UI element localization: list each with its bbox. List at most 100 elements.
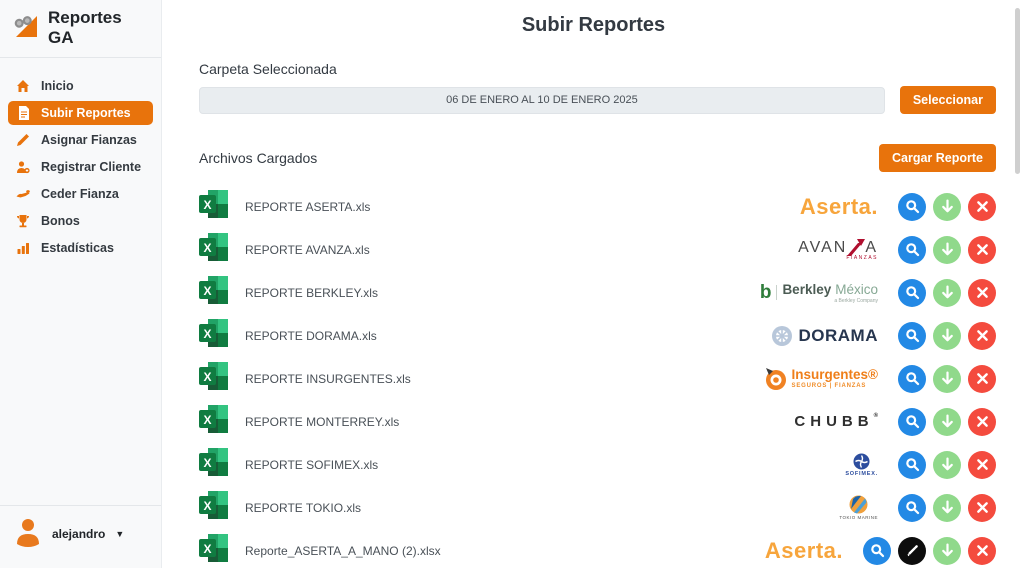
view-report-button[interactable]	[898, 322, 926, 350]
svg-text:X: X	[203, 327, 211, 341]
company-logo-dorama: DORAMA	[771, 325, 879, 347]
excel-file-icon: X	[199, 362, 229, 395]
delete-report-button[interactable]	[968, 451, 996, 479]
svg-text:X: X	[203, 241, 211, 255]
sidebar-item-registrar-cliente[interactable]: Registrar Cliente	[8, 155, 153, 179]
excel-file-icon: X	[199, 534, 229, 567]
sidebar-item-inicio[interactable]: Inicio	[8, 74, 153, 98]
bar-chart-icon	[16, 241, 30, 255]
delete-report-button[interactable]	[968, 537, 996, 565]
company-logo-berkley: b Berkley México a Berkley Company	[760, 282, 878, 304]
view-report-button[interactable]	[898, 236, 926, 264]
home-icon	[16, 79, 30, 93]
svg-text:X: X	[203, 499, 211, 513]
app-logo-icon	[12, 12, 40, 45]
download-report-button[interactable]	[933, 494, 961, 522]
file-row: X REPORTE AVANZA.xls AVAN A FIANZAS	[199, 228, 996, 271]
file-name: REPORTE DORAMA.xls	[245, 329, 377, 343]
sidebar-item-label: Inicio	[41, 79, 74, 93]
user-name: alejandro	[52, 527, 105, 541]
excel-file-icon: X	[199, 319, 229, 352]
download-report-button[interactable]	[933, 537, 961, 565]
file-row: X REPORTE DORAMA.xls DORAMA	[199, 314, 996, 357]
sidebar-nav: Inicio Subir Reportes Asignar Fianzas	[0, 58, 161, 263]
file-name: REPORTE SOFIMEX.xls	[245, 458, 378, 472]
file-name: REPORTE ASERTA.xls	[245, 200, 370, 214]
company-logo-sofimex: SOFIMEX.	[845, 453, 878, 477]
view-report-button[interactable]	[863, 537, 891, 565]
file-row: X REPORTE ASERTA.xls Aserta.	[199, 185, 996, 228]
svg-text:X: X	[203, 284, 211, 298]
view-report-button[interactable]	[898, 365, 926, 393]
chevron-down-icon: ▼	[115, 529, 124, 539]
delete-report-button[interactable]	[968, 408, 996, 436]
sidebar-item-bonos[interactable]: Bonos	[8, 209, 153, 233]
upload-report-button[interactable]: Cargar Reporte	[879, 144, 996, 172]
excel-file-icon: X	[199, 190, 229, 223]
dorama-emblem-icon	[771, 325, 793, 347]
user-menu[interactable]: alejandro ▼	[0, 505, 161, 568]
sidebar-item-label: Registrar Cliente	[41, 160, 141, 174]
download-report-button[interactable]	[933, 408, 961, 436]
sofimex-pinwheel-icon	[853, 453, 870, 470]
sidebar-item-label: Bonos	[41, 214, 80, 228]
sidebar-item-label: Estadísticas	[41, 241, 114, 255]
vertical-scrollbar[interactable]	[1015, 8, 1020, 174]
file-row: X REPORTE SOFIMEX.xls SOFIMEX.	[199, 443, 996, 486]
file-row: X REPORTE TOKIO.xls TOKIO MARINE	[199, 486, 996, 529]
svg-text:X: X	[203, 413, 211, 427]
delete-report-button[interactable]	[968, 236, 996, 264]
sidebar-item-asignar-fianzas[interactable]: Asignar Fianzas	[8, 128, 153, 152]
delete-report-button[interactable]	[968, 365, 996, 393]
delete-report-button[interactable]	[968, 279, 996, 307]
sidebar-item-subir-reportes[interactable]: Subir Reportes	[8, 101, 153, 125]
company-logo-tokio: TOKIO MARINE	[839, 495, 878, 520]
company-logo-chubb: CHUBB®	[794, 413, 878, 430]
sidebar-item-ceder-fianza[interactable]: Ceder Fianza	[8, 182, 153, 206]
file-name: Reporte_ASERTA_A_MANO (2).xlsx	[245, 544, 441, 558]
company-logo-insurgentes: Insurgentes® SEGUROS | FIANZAS	[764, 367, 878, 391]
file-row: X REPORTE BERKLEY.xls b Berkley México a…	[199, 271, 996, 314]
hand-icon	[16, 187, 30, 201]
delete-report-button[interactable]	[968, 322, 996, 350]
company-logo-aserta: Aserta.	[800, 194, 878, 220]
view-report-button[interactable]	[898, 408, 926, 436]
svg-text:X: X	[203, 198, 211, 212]
excel-file-icon: X	[199, 448, 229, 481]
excel-file-icon: X	[199, 405, 229, 438]
download-report-button[interactable]	[933, 279, 961, 307]
file-name: REPORTE BERKLEY.xls	[245, 286, 378, 300]
download-report-button[interactable]	[933, 322, 961, 350]
view-report-button[interactable]	[898, 193, 926, 221]
company-logo-avanza: AVAN A FIANZAS	[798, 239, 878, 261]
view-report-button[interactable]	[898, 279, 926, 307]
svg-text:X: X	[203, 370, 211, 384]
main-content: Subir Reportes Carpeta Seleccionada Sele…	[163, 0, 1024, 568]
file-name: REPORTE MONTERREY.xls	[245, 415, 399, 429]
tokio-globe-icon	[849, 495, 868, 514]
download-report-button[interactable]	[933, 365, 961, 393]
svg-text:X: X	[203, 456, 211, 470]
selected-folder-input[interactable]	[199, 87, 885, 114]
download-report-button[interactable]	[933, 193, 961, 221]
insurgentes-target-icon	[764, 367, 788, 391]
company-logo-aserta: Aserta.	[765, 538, 843, 564]
app-brand: Reportes GA	[0, 0, 161, 58]
app-title: Reportes GA	[48, 8, 149, 48]
edit-report-button[interactable]	[898, 537, 926, 565]
file-name: REPORTE AVANZA.xls	[245, 243, 370, 257]
download-report-button[interactable]	[933, 236, 961, 264]
delete-report-button[interactable]	[968, 193, 996, 221]
pencil-icon	[16, 133, 30, 147]
sidebar-item-label: Subir Reportes	[41, 106, 131, 120]
view-report-button[interactable]	[898, 494, 926, 522]
file-name: REPORTE TOKIO.xls	[245, 501, 361, 515]
view-report-button[interactable]	[898, 451, 926, 479]
select-folder-button[interactable]: Seleccionar	[900, 86, 996, 114]
delete-report-button[interactable]	[968, 494, 996, 522]
file-name: REPORTE INSURGENTES.xls	[245, 372, 411, 386]
sidebar-item-estadisticas[interactable]: Estadísticas	[8, 236, 153, 260]
download-report-button[interactable]	[933, 451, 961, 479]
trophy-icon	[16, 214, 30, 228]
file-row: X Reporte_ASERTA_A_MANO (2).xlsx Aserta.	[199, 529, 996, 568]
